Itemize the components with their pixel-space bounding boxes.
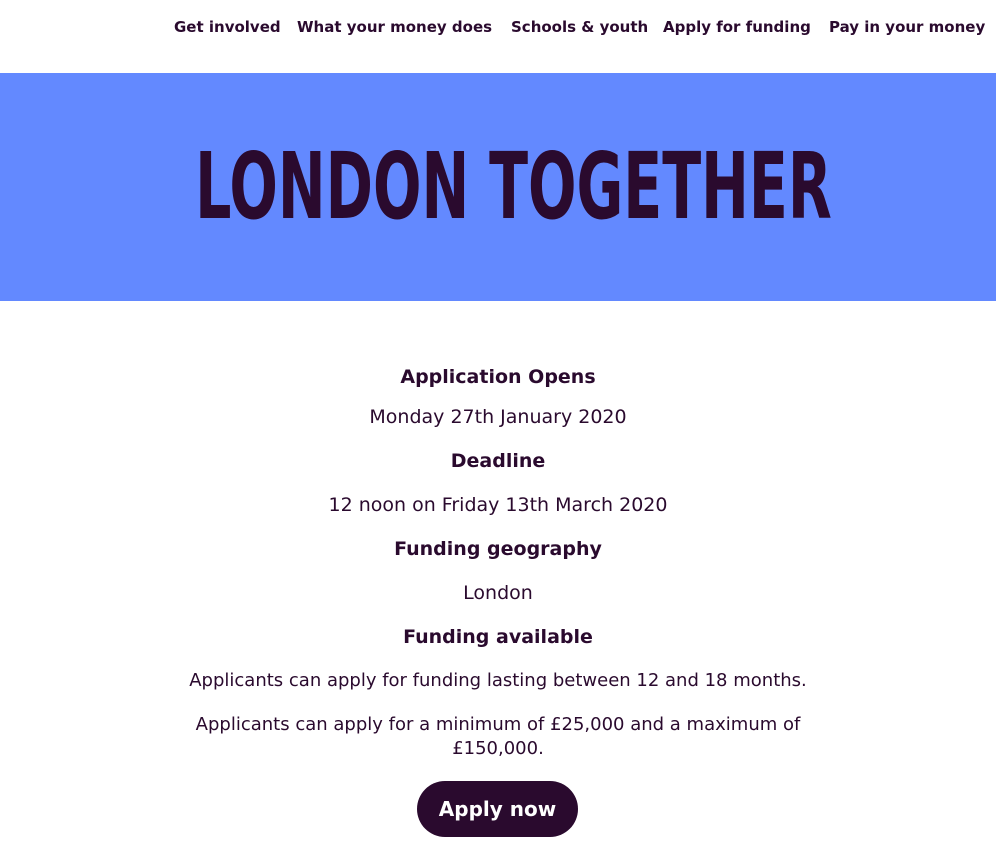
funding-geography-heading: Funding geography	[394, 538, 602, 560]
page-title: LONDON TOGETHER	[0, 135, 996, 239]
nav-pay-in-your-money[interactable]: Pay in your money	[829, 17, 985, 37]
funding-amount-text: Applicants can apply for a minimum of £2…	[195, 714, 801, 759]
page-title-text: LONDON TOGETHER	[195, 133, 832, 240]
nav-apply-for-funding[interactable]: Apply for funding	[663, 17, 811, 37]
nav-get-involved[interactable]: Get involved	[174, 17, 281, 37]
apply-now-button[interactable]: Apply now	[417, 781, 578, 837]
funding-geography-value: London	[463, 582, 533, 604]
hero-banner: LONDON TOGETHER	[0, 73, 996, 301]
application-opens-heading: Application Opens	[400, 366, 596, 388]
funding-available-heading: Funding available	[403, 626, 593, 648]
nav-what-your-money-does[interactable]: What your money does	[297, 17, 492, 37]
deadline-date: 12 noon on Friday 13th March 2020	[328, 494, 668, 516]
funding-duration-text: Applicants can apply for funding lasting…	[189, 670, 807, 691]
funding-details: Application Opens Monday 27th January 20…	[0, 301, 996, 850]
top-navigation: Get involved What your money does School…	[0, 0, 996, 73]
nav-schools-youth[interactable]: Schools & youth	[511, 17, 648, 37]
deadline-heading: Deadline	[450, 450, 546, 472]
application-opens-date: Monday 27th January 2020	[369, 406, 627, 428]
